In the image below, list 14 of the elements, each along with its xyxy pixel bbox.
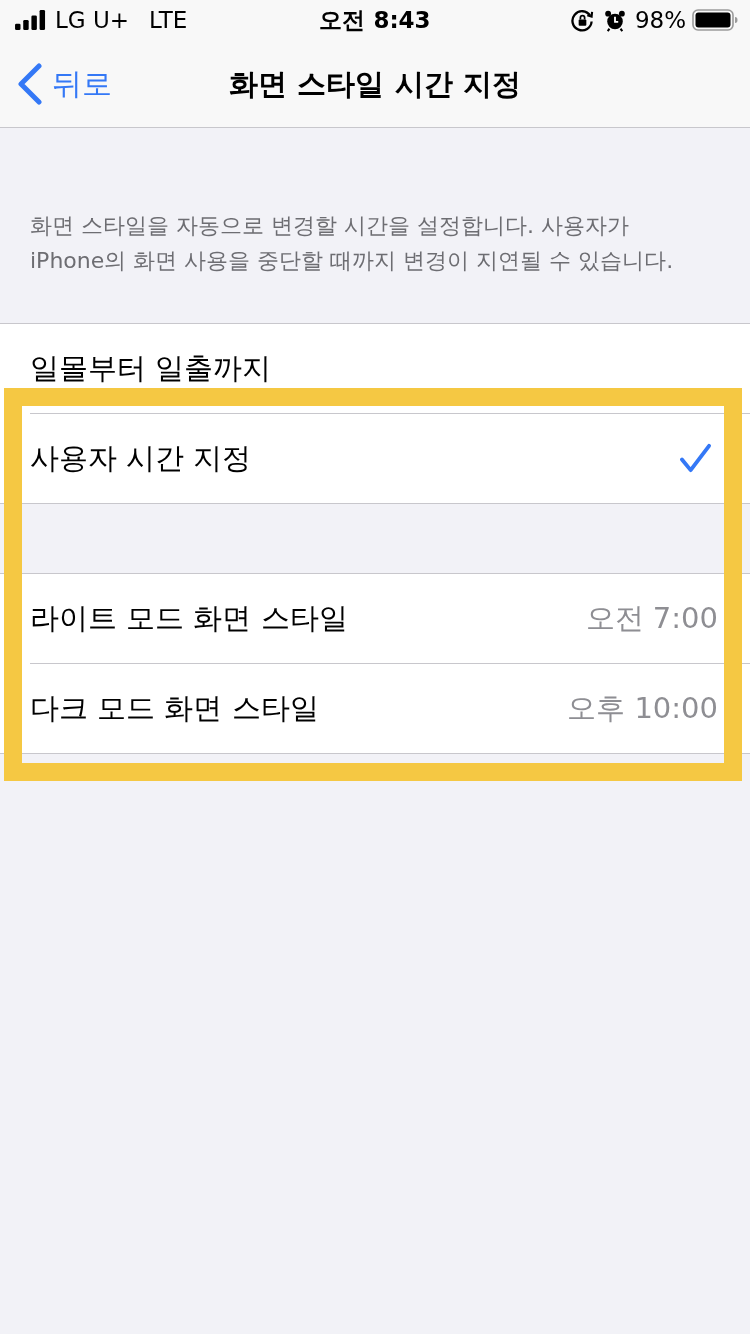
description-text: 화면 스타일을 자동으로 변경할 시간을 설정합니다. 사용자가 iPhone의 화면 사용을 중단할 때까지 변경이 지연될 수 있습니다. (30, 212, 675, 275)
orientation-lock-icon (570, 8, 594, 32)
screen-title: 화면 스타일 시간 지정 (229, 65, 521, 103)
time-value: 오전 7:00 (585, 599, 718, 637)
status-time: 오전 8:43 (319, 6, 431, 34)
chevron-left-icon (17, 62, 43, 105)
carrier-name: LG U+ (55, 6, 130, 34)
time-value: 오후 10:00 (567, 689, 718, 727)
signal-bars-icon (14, 10, 47, 30)
alarm-clock-icon (603, 8, 626, 32)
back-button[interactable]: 뒤로 (17, 62, 112, 105)
battery-percentage: 98% (634, 6, 686, 34)
battery-icon (692, 9, 738, 31)
network-type: LTE (149, 6, 188, 34)
